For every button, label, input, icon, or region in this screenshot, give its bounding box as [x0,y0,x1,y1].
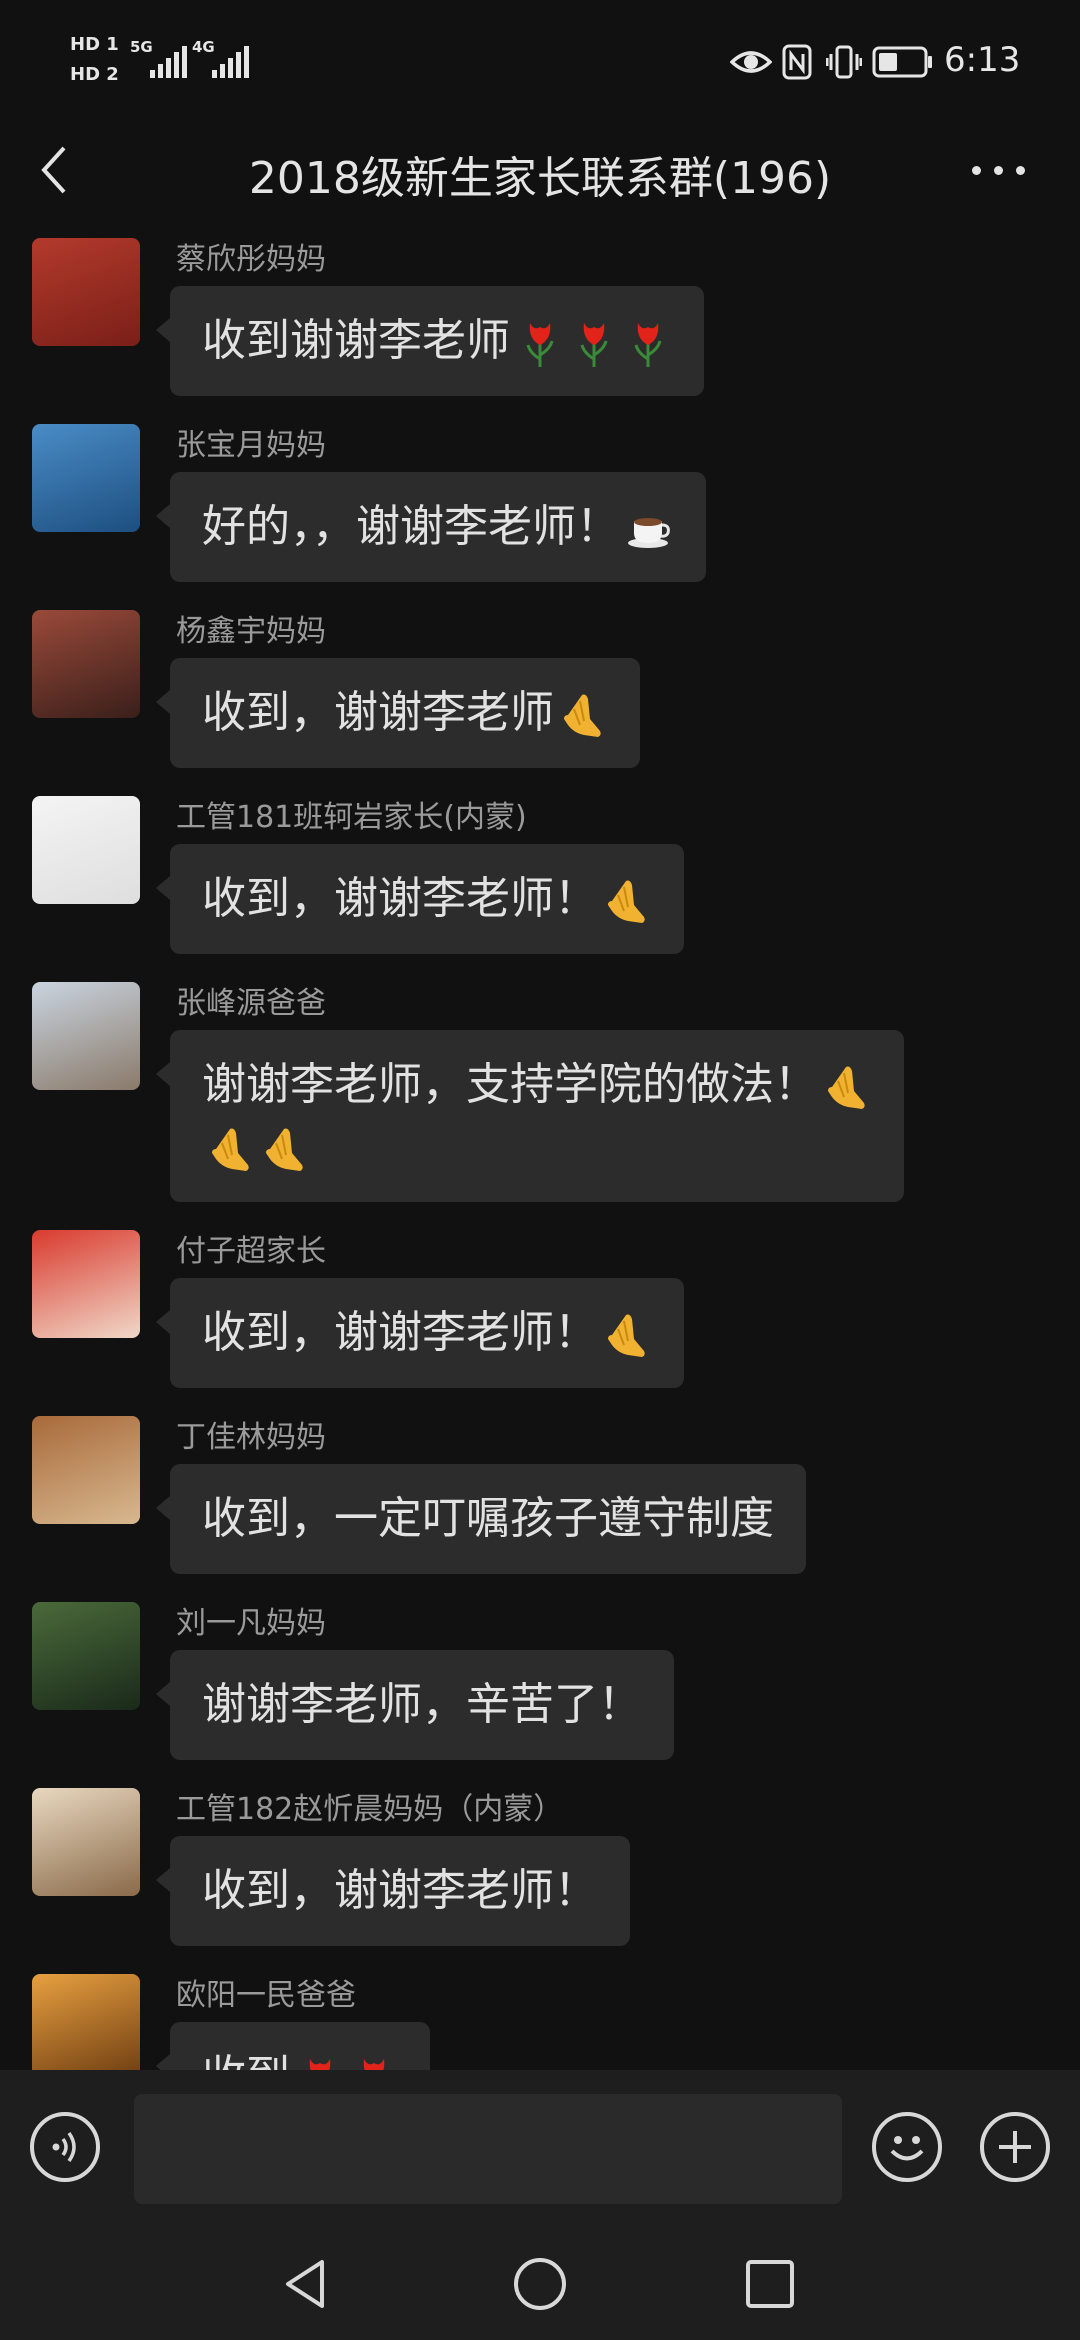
avatar[interactable] [32,1788,140,1896]
avatar[interactable] [32,238,140,346]
plus-icon [999,2131,1031,2163]
voice-icon [52,2131,76,2163]
message-text: 收到，谢谢李老师！ [202,1865,598,1916]
message-text: 收到，谢谢李老师 [202,687,554,738]
message-bubble[interactable]: 收到，谢谢李老师！ [156,1836,630,1946]
battery-icon [872,46,932,78]
sender-name: 杨鑫宇妈妈 [176,614,326,649]
emoji-group [598,873,652,924]
nfc-icon [782,44,812,80]
sender-name: 张峰源爸爸 [176,986,326,1021]
avatar[interactable] [32,1416,140,1524]
emoji-group [202,1121,310,1172]
nav-back-icon[interactable] [278,2254,338,2314]
emoji-icon [890,2136,924,2161]
message-text: 收到 [202,2051,290,2070]
message-list[interactable]: 蔡欣彤妈妈 收到谢谢李老师 张宝月妈妈 好的，，谢谢李老师！ 杨鑫宇妈妈 收到，… [0,234,1080,2070]
message-text: 收到谢谢李老师 [202,315,510,366]
emoji-group [510,315,672,367]
nav-home-icon[interactable] [510,2254,570,2314]
message-bubble[interactable]: 好的，，谢谢李老师！ [156,472,706,582]
nav-recent-icon[interactable] [740,2254,800,2314]
emoji-icon [363,2059,385,2070]
avatar[interactable] [32,1974,140,2070]
hd2-badge: HD 2 [70,64,120,90]
emoji-icon [608,1314,645,1357]
hd1-label: HD 1 [70,34,119,55]
message-bubble[interactable]: 谢谢李老师，支持学院的做法！ [156,1030,904,1202]
emoji-group [598,1307,652,1358]
emoji-icon [266,1128,303,1171]
message-text: 收到，谢谢李老师！ [202,1307,598,1358]
status-bar: HD 1 HD 2 5G 4G 6:13 [0,0,1080,120]
voice-button[interactable] [30,2112,100,2182]
message-input[interactable] [134,2094,842,2204]
emoji-group [818,1059,872,1110]
emoji-group [554,687,608,738]
chat-title: 2018级新生家长联系群(196) [248,153,832,204]
avatar[interactable] [32,610,140,718]
avatar[interactable] [32,424,140,532]
message-text: 谢谢李老师，辛苦了！ [202,1679,642,1730]
sender-name: 工管181班轲岩家长(内蒙) [176,800,527,835]
message-bubble[interactable]: 收到，谢谢李老师 [156,658,640,768]
message-bubble[interactable]: 收到 [156,2022,430,2070]
add-button[interactable] [980,2112,1050,2182]
message-bubble[interactable]: 收到，谢谢李老师！ [156,1278,684,1388]
title-bar: 2018级新生家长联系群(196) [0,120,1080,234]
more-dots-icon[interactable] [970,144,1030,194]
message-bubble[interactable]: 收到谢谢李老师 [156,286,704,396]
sender-name: 张宝月妈妈 [176,428,326,463]
emoji-icon [564,694,601,737]
sender-name: 刘一凡妈妈 [176,1606,326,1641]
nav-bar [0,2226,1080,2340]
emoji-button[interactable] [872,2112,942,2182]
message-text: 收到，谢谢李老师！ [202,873,598,924]
emoji-group [290,2051,398,2070]
emoji-icon [608,880,645,923]
eye-icon [730,51,772,73]
message-text: 收到，一定叮嘱孩子遵守制度 [202,1493,774,1544]
emoji-group [620,501,674,552]
avatar[interactable] [32,1230,140,1338]
avatar[interactable] [32,982,140,1090]
emoji-icon [309,2059,331,2070]
message-bubble[interactable]: 谢谢李老师，辛苦了！ [156,1650,674,1760]
input-bar [0,2070,1080,2226]
sender-name: 付子超家长 [176,1234,326,1269]
vibrate-icon [826,45,862,79]
message-text: 谢谢李老师，支持学院的做法！ [202,1059,818,1110]
emoji-icon [526,323,554,367]
sender-name: 蔡欣彤妈妈 [176,242,326,277]
sender-name: 欧阳一民爸爸 [176,1978,356,2013]
status-time: 6:13 [944,40,1021,80]
message-bubble[interactable]: 收到，谢谢李老师！ [156,844,684,954]
hd1-badge: HD 1 [70,34,120,60]
emoji-icon [828,1066,865,1109]
emoji-icon [628,518,670,548]
hd2-label: HD 2 [70,64,119,85]
emoji-icon [580,323,608,367]
sender-name: 丁佳林妈妈 [176,1420,326,1455]
avatar[interactable] [32,796,140,904]
message-text: 好的，，谢谢李老师！ [202,501,620,552]
message-bubble[interactable]: 收到，一定叮嘱孩子遵守制度 [156,1464,806,1574]
chat-screen: HD 1 HD 2 5G 4G 6:13 2018级新生家长联系群(196) 蔡… [0,0,1080,2340]
emoji-icon [634,323,662,367]
avatar[interactable] [32,1602,140,1710]
emoji-icon [212,1128,249,1171]
sender-name: 工管182赵忻晨妈妈（内蒙） [176,1792,564,1827]
